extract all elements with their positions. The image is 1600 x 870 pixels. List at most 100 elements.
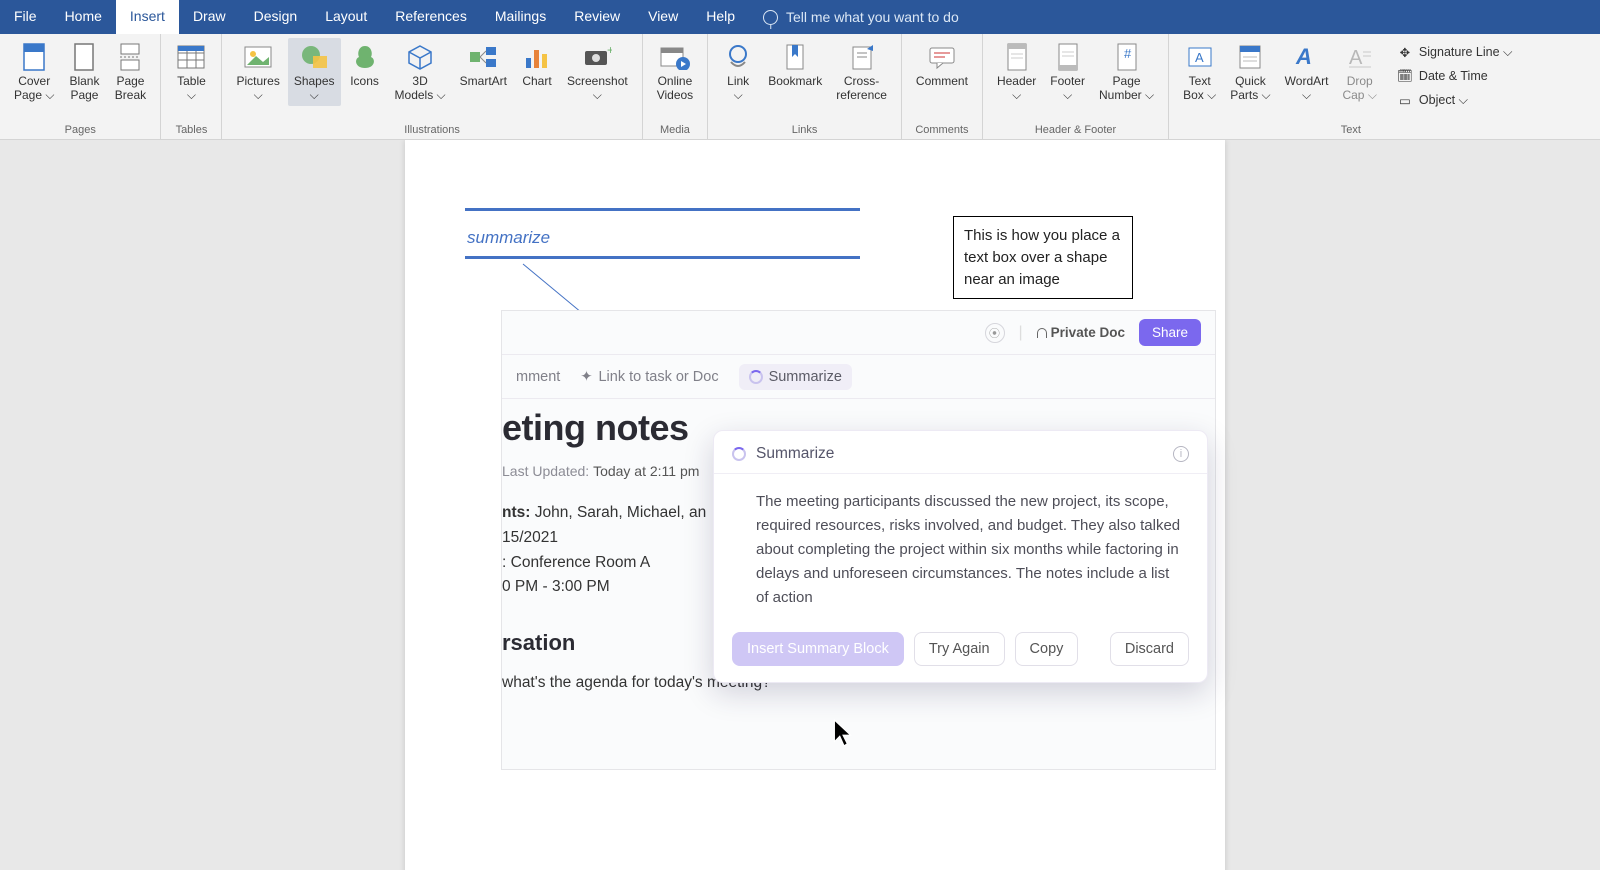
- bookmark-button[interactable]: Bookmark: [762, 38, 828, 92]
- group-label-header-footer: Header & Footer: [1035, 122, 1116, 137]
- header-button[interactable]: Header ⌵: [991, 38, 1042, 106]
- shapes-button[interactable]: Shapes ⌵: [288, 38, 341, 106]
- quick-parts-button[interactable]: Quick Parts ⌵: [1224, 38, 1276, 106]
- page-number-button[interactable]: # Page Number ⌵: [1093, 38, 1160, 106]
- chart-button[interactable]: Chart: [515, 38, 559, 92]
- wordart-icon: A: [1291, 41, 1323, 73]
- video-icon: [659, 41, 691, 73]
- group-label-comments: Comments: [915, 122, 968, 137]
- footer-button[interactable]: Footer ⌵: [1044, 38, 1091, 106]
- date-time-button[interactable]: 🗓Date & Time: [1393, 66, 1517, 86]
- signature-line-button[interactable]: ✥Signature Line ⌵: [1393, 42, 1517, 62]
- screenshot-icon: +: [581, 41, 613, 73]
- signature-icon: ✥: [1397, 44, 1413, 60]
- shapes-icon: [298, 41, 330, 73]
- calendar-icon: 🗓: [1397, 68, 1413, 84]
- group-illustrations: Pictures ⌵ Shapes ⌵ Icons 3D Models ⌵ Sm…: [222, 34, 642, 139]
- insert-summary-button[interactable]: Insert Summary Block: [732, 632, 904, 666]
- lightbulb-icon: [763, 10, 778, 25]
- embed-comment-chip[interactable]: mment: [516, 369, 560, 385]
- text-side-column: ✥Signature Line ⌵ 🗓Date & Time ▭Object ⌵: [1385, 38, 1525, 114]
- tab-insert[interactable]: Insert: [116, 0, 179, 34]
- tag-icon[interactable]: ⦿: [985, 323, 1005, 343]
- text-box-content: This is how you place a text box over a …: [964, 227, 1120, 288]
- blue-rule-bottom: [465, 256, 860, 259]
- chart-icon: [521, 41, 553, 73]
- tell-me-search[interactable]: Tell me what you want to do: [749, 0, 973, 34]
- text-box-shape[interactable]: This is how you place a text box over a …: [953, 216, 1133, 299]
- group-tables: Table ⌵ Tables: [161, 34, 222, 139]
- tab-view[interactable]: View: [634, 0, 692, 34]
- tab-design[interactable]: Design: [240, 0, 312, 34]
- object-icon: ▭: [1397, 92, 1413, 108]
- share-button[interactable]: Share: [1139, 319, 1201, 346]
- embed-link-chip[interactable]: ✦Link to task or Doc: [580, 369, 718, 385]
- quick-parts-icon: [1234, 41, 1266, 73]
- summarize-popover: Summarize i The meeting participants dis…: [713, 430, 1208, 683]
- svg-text:A: A: [1349, 47, 1363, 69]
- link-icon: [722, 41, 754, 73]
- group-pages: Cover Page ⌵ Blank Page Page Break Pages: [0, 34, 161, 139]
- icons-button[interactable]: Icons: [343, 38, 387, 92]
- popover-actions: Insert Summary Block Try Again Copy Disc…: [714, 618, 1207, 666]
- tab-mailings[interactable]: Mailings: [481, 0, 560, 34]
- blank-page-button[interactable]: Blank Page: [62, 38, 106, 106]
- drop-cap-button[interactable]: A Drop Cap ⌵: [1336, 38, 1382, 106]
- spinner-icon: [749, 370, 763, 384]
- 3d-models-button[interactable]: 3D Models ⌵: [389, 38, 452, 106]
- table-icon: [175, 41, 207, 73]
- mouse-cursor-icon: [830, 718, 856, 748]
- smartart-icon: [467, 41, 499, 73]
- info-icon[interactable]: i: [1173, 446, 1189, 462]
- cross-reference-button[interactable]: Cross- reference: [830, 38, 893, 106]
- pictures-button[interactable]: Pictures ⌵: [230, 38, 285, 106]
- text-box-button[interactable]: A Text Box ⌵: [1177, 38, 1222, 106]
- cross-reference-icon: [846, 41, 878, 73]
- menu-bar: File Home Insert Draw Design Layout Refe…: [0, 0, 1600, 34]
- discard-button[interactable]: Discard: [1110, 632, 1189, 666]
- private-doc-label[interactable]: Private Doc: [1037, 325, 1125, 340]
- group-comments: Comment Comments: [902, 34, 983, 139]
- blank-page-icon: [68, 41, 100, 73]
- spinner-icon: [732, 447, 746, 461]
- document-area[interactable]: summarize This is how you place a text b…: [0, 140, 1600, 870]
- group-label-pages: Pages: [65, 122, 96, 137]
- svg-text:#: #: [1124, 46, 1132, 61]
- tab-home[interactable]: Home: [51, 0, 116, 34]
- try-again-button[interactable]: Try Again: [914, 632, 1005, 666]
- copy-button[interactable]: Copy: [1015, 632, 1079, 666]
- group-label-text: Text: [1341, 122, 1361, 137]
- document-page[interactable]: summarize This is how you place a text b…: [405, 140, 1225, 870]
- tab-references[interactable]: References: [381, 0, 481, 34]
- footer-icon: [1052, 41, 1084, 73]
- wordart-button[interactable]: A WordArt ⌵: [1279, 38, 1335, 106]
- group-text: A Text Box ⌵ Quick Parts ⌵ A WordArt ⌵ A…: [1169, 34, 1532, 139]
- tab-layout[interactable]: Layout: [311, 0, 381, 34]
- bookmark-icon: [779, 41, 811, 73]
- svg-text:A: A: [1295, 44, 1312, 69]
- tell-me-label: Tell me what you want to do: [786, 9, 959, 25]
- embed-summarize-chip[interactable]: Summarize: [739, 364, 852, 390]
- lock-icon: [1037, 328, 1047, 338]
- cover-page-button[interactable]: Cover Page ⌵: [8, 38, 60, 106]
- link-button[interactable]: Link ⌵: [716, 38, 760, 106]
- online-videos-button[interactable]: Online Videos: [651, 38, 699, 106]
- icons-icon: [349, 41, 381, 73]
- table-button[interactable]: Table ⌵: [169, 38, 213, 106]
- tab-file[interactable]: File: [0, 0, 51, 34]
- page-break-icon: [114, 41, 146, 73]
- group-label-media: Media: [660, 122, 690, 137]
- comment-button[interactable]: Comment: [910, 38, 974, 92]
- embed-topbar: ⦿ | Private Doc Share: [502, 311, 1215, 355]
- object-button[interactable]: ▭Object ⌵: [1393, 90, 1517, 110]
- smartart-button[interactable]: SmartArt: [454, 38, 513, 92]
- tab-draw[interactable]: Draw: [179, 0, 240, 34]
- tab-help[interactable]: Help: [692, 0, 749, 34]
- tab-review[interactable]: Review: [560, 0, 634, 34]
- svg-text:A: A: [1195, 50, 1204, 65]
- page-break-button[interactable]: Page Break: [108, 38, 152, 106]
- popover-title: Summarize: [756, 445, 834, 463]
- screenshot-button[interactable]: + Screenshot ⌵: [561, 38, 634, 106]
- header-icon: [1001, 41, 1033, 73]
- group-links: Link ⌵ Bookmark Cross- reference Links: [708, 34, 902, 139]
